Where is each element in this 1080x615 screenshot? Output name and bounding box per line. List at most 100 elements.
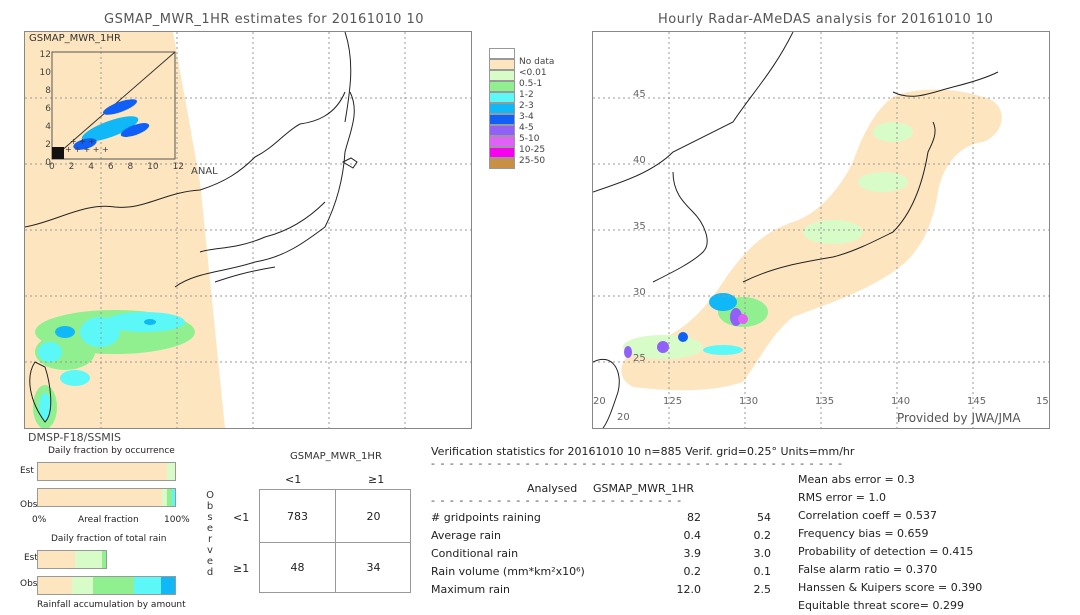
inset-y-tick: 4	[45, 122, 51, 132]
divider	[260, 542, 410, 543]
bar-segment	[71, 577, 93, 594]
legend-swatch	[489, 81, 515, 92]
left-map-graphic: + + + + + + + +	[25, 32, 471, 428]
contingency-col-label: <1	[285, 473, 302, 486]
legend-label: 1-2	[519, 90, 534, 100]
bar-segment	[166, 463, 175, 480]
legend-swatch	[489, 48, 515, 59]
stats-table: # gridpoints raining 82 54 Average rain …	[431, 511, 771, 601]
score-line: Correlation coeff = 0.537	[798, 509, 937, 522]
contingency-header: GSMAP_MWR_1HR	[290, 451, 382, 462]
contingency-cell: 48	[290, 561, 305, 574]
contingency-row-label: ≥1	[233, 562, 250, 575]
legend-swatch	[489, 59, 515, 70]
inset-x-tick: 10	[147, 162, 159, 172]
side-label-letter: b	[206, 501, 214, 512]
legend-swatch	[489, 125, 515, 136]
bar-segment	[133, 577, 161, 594]
stats-model-value: 0.1	[753, 565, 772, 578]
inset-y-tick: 2	[45, 140, 51, 150]
legend-label: 0.5-1	[519, 79, 543, 89]
inset-x-tick: 6	[107, 162, 114, 172]
lat-tick: 45	[633, 89, 646, 100]
stats-row-label: Conditional rain	[431, 547, 519, 560]
stats-row: # gridpoints raining 82 54	[431, 511, 771, 529]
bar-segment	[38, 463, 167, 480]
total-rain-obs-label: Obs	[20, 579, 38, 589]
legend-label: 25-50	[519, 156, 546, 166]
stats-row: Maximum rain 12.0 2.5	[431, 583, 771, 601]
total-rain-footer: Rainfall accumulation by amount	[37, 600, 186, 610]
total-rain-title: Daily fraction of total rain	[51, 534, 167, 544]
legend-swatch	[489, 114, 515, 125]
total-rain-est-bar	[37, 550, 107, 569]
lon-tick: 15	[1036, 396, 1049, 407]
right-map-graphic	[593, 32, 1049, 428]
legend-swatch	[489, 136, 515, 147]
stats-model-value: 2.5	[753, 583, 772, 596]
data-credit: Provided by JWA/JMA	[897, 411, 1021, 425]
legend-swatch	[489, 103, 515, 114]
contingency-cell: 20	[366, 510, 381, 523]
bar-segment	[38, 489, 162, 506]
lon-tick: 20	[593, 396, 606, 407]
contingency-cell: 34	[366, 561, 381, 574]
stats-row-label: Average rain	[431, 529, 501, 542]
right-map-title: Hourly Radar-AMeDAS analysis for 2016101…	[658, 12, 994, 27]
color-legend: No data <0.01 0.5-1 1-2 2-3 3-4 4-5 5-10…	[489, 48, 559, 178]
inset-x-ticks: 0 2 4 6 8 10 12	[49, 162, 184, 172]
side-label-letter: s	[207, 512, 213, 523]
occurrence-est-label: Est	[20, 466, 34, 476]
left-map: + + + + + + + + GSMAP_MWR_1HR 12 10 8 6 …	[24, 31, 472, 429]
side-label-letter: e	[206, 523, 214, 534]
stats-row: Rain volume (mm*km²x10⁶) 0.2 0.1	[431, 565, 771, 583]
occurrence-axis-right: 100%	[164, 515, 190, 525]
legend-label: 2-3	[519, 101, 534, 111]
stats-row-label: Rain volume (mm*km²x10⁶)	[431, 565, 585, 578]
score-line: Mean abs error = 0.3	[798, 473, 915, 486]
stats-row-label: # gridpoints raining	[431, 511, 541, 524]
inset-x-label: ANAL	[191, 166, 218, 177]
legend-label: No data	[519, 57, 555, 67]
side-label-letter: e	[206, 556, 214, 567]
inset-x-tick: 2	[68, 162, 75, 172]
inset-y-tick: 6	[45, 104, 51, 114]
side-label-letter: O	[206, 490, 214, 501]
bar-segment	[92, 577, 134, 594]
lon-tick: 140	[891, 396, 911, 407]
occurrence-axis-label: Areal fraction	[78, 515, 139, 525]
inset-label: GSMAP_MWR_1HR	[25, 32, 125, 45]
legend-swatch	[489, 147, 515, 158]
legend-swatch	[489, 70, 515, 81]
score-line: Equitable threat score= 0.299	[798, 599, 964, 612]
legend-label: 5-10	[519, 134, 540, 144]
left-map-title: GSMAP_MWR_1HR estimates for 20161010 10	[104, 12, 425, 27]
score-line: Probability of detection = 0.415	[798, 545, 974, 558]
sensor-label: DMSP-F18/SSMIS	[28, 431, 122, 444]
bar-segment	[172, 489, 175, 506]
legend-label: 4-5	[519, 123, 534, 133]
stats-analysed-value: 3.9	[683, 547, 702, 560]
lat-tick: 40	[633, 155, 646, 166]
occurrence-obs-bar	[37, 488, 176, 507]
occurrence-obs-label: Obs	[20, 500, 38, 510]
lon-tick: 135	[815, 396, 835, 407]
stats-analysed-value: 12.0	[676, 583, 702, 596]
inset-y-tick: 12	[39, 50, 51, 60]
stats-model-value: 3.0	[753, 547, 772, 560]
skill-scores: Mean abs error = 0.3 RMS error = 1.0 Cor…	[798, 471, 982, 615]
header-rule: - - - - - - - - - - - - - - - - - - - - …	[431, 457, 843, 470]
right-map: 45 40 35 30 25 20 125 130 135 140 145 15…	[592, 31, 1050, 429]
occurrence-est-bar	[37, 462, 176, 481]
score-line: Frequency bias = 0.659	[798, 527, 929, 540]
legend-label: 3-4	[519, 112, 534, 122]
bar-segment	[38, 551, 75, 568]
inset-x-tick: 12	[172, 162, 184, 172]
legend-label: <0.01	[519, 68, 547, 78]
total-rain-obs-bar	[37, 576, 176, 595]
lat-tick: 35	[633, 221, 646, 232]
inset-y-ticks: 12 10 8 6 4 2 0	[37, 46, 51, 172]
lon-tick: 130	[739, 396, 759, 407]
stats-row-label: Maximum rain	[431, 583, 510, 596]
contingency-col-label: ≥1	[368, 473, 385, 486]
